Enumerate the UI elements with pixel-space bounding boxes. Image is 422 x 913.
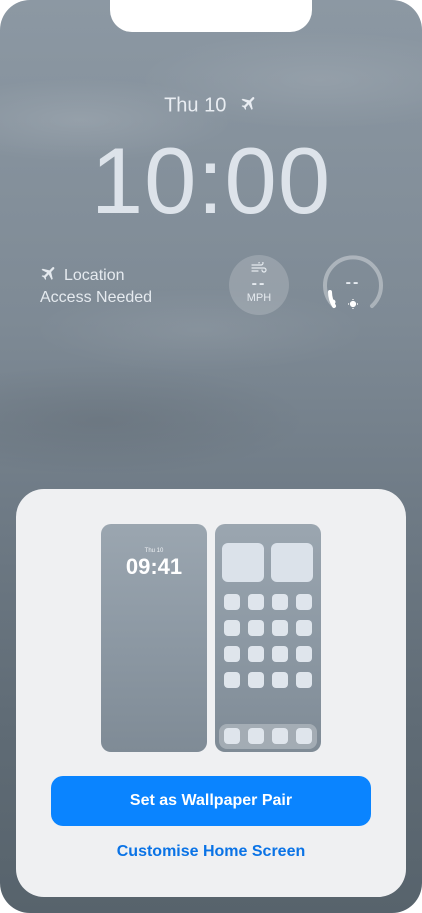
preview-app-icon — [272, 672, 288, 688]
wind-value: -- — [251, 275, 267, 292]
lockscreen-preview[interactable]: Thu 10 09:41 — [101, 524, 207, 752]
preview-widget-right — [271, 543, 313, 582]
preview-time: 09:41 — [125, 554, 183, 579]
wallpaper-pair-sheet: Thu 10 09:41 Set as Wallpaper Pair Custo… — [16, 489, 406, 897]
uv-gauge-widget[interactable]: -- — [322, 254, 384, 316]
preview-widget-left — [222, 543, 264, 582]
preview-app-icon — [248, 672, 264, 688]
preview-dock-icon — [296, 728, 312, 744]
location-disabled-icon — [40, 264, 58, 288]
preview-app-icon — [272, 594, 288, 610]
lockscreen-clock: 10:00 — [90, 128, 332, 233]
preview-app-icon — [296, 620, 312, 636]
preview-app-icon — [224, 672, 240, 688]
preview-app-icon — [248, 620, 264, 636]
wind-unit: MPH — [246, 292, 272, 304]
date-text: Thu 10 — [164, 94, 227, 117]
preview-dock-icon — [272, 728, 288, 744]
preview-app-icon — [296, 594, 312, 610]
preview-app-icon — [272, 620, 288, 636]
customise-home-screen-link[interactable]: Customise Home Screen — [51, 837, 371, 867]
gauge-value: -- — [345, 274, 361, 291]
preview-app-icon — [224, 594, 240, 610]
preview-app-icon — [248, 594, 264, 610]
location-line-2: Access Needed — [40, 289, 153, 306]
device-notch — [110, 0, 312, 32]
lockscreen-date: Thu 10 — [0, 94, 422, 118]
preview-app-icon — [272, 646, 288, 662]
location-line-1: Location — [64, 267, 125, 284]
location-widget[interactable]: Location Access Needed — [40, 264, 152, 308]
preview-dock-icon — [248, 728, 264, 744]
preview-app-icon — [296, 646, 312, 662]
airplane-mode-icon — [240, 94, 258, 118]
preview-dock-icon — [224, 728, 240, 744]
preview-app-icon — [224, 620, 240, 636]
set-wallpaper-pair-button[interactable]: Set as Wallpaper Pair — [51, 776, 371, 826]
preview-app-icon — [296, 672, 312, 688]
homescreen-preview[interactable] — [215, 524, 321, 752]
wind-widget[interactable]: -- MPH — [229, 255, 289, 315]
preview-dock — [219, 724, 317, 749]
preview-app-icon — [248, 646, 264, 662]
preview-app-icon — [224, 646, 240, 662]
